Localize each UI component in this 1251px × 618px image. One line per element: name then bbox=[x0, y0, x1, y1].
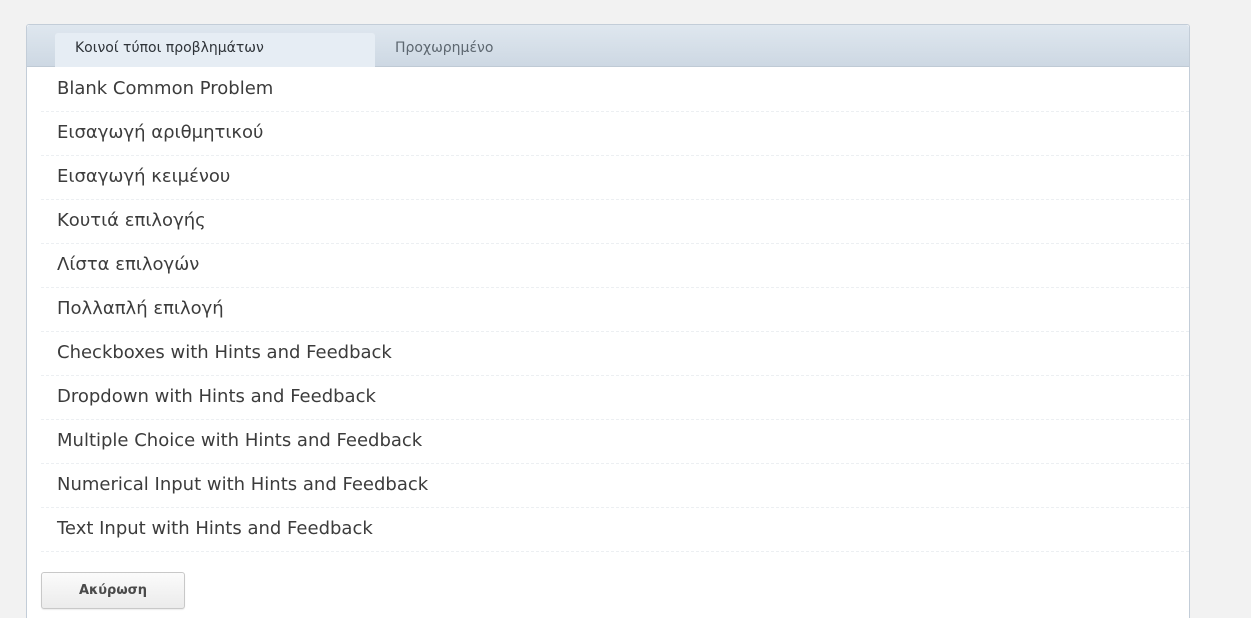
problem-type-menu: Κοινοί τύποι προβλημάτων Προχωρημένο Bla… bbox=[26, 24, 1190, 618]
list-item-text-input[interactable]: Εισαγωγή κειμένου bbox=[41, 156, 1189, 200]
tab-common-problem-types[interactable]: Κοινοί τύποι προβλημάτων bbox=[55, 33, 375, 67]
list-item-multiple-choice-hints-feedback[interactable]: Multiple Choice with Hints and Feedback bbox=[41, 420, 1189, 464]
list-item-blank-common-problem[interactable]: Blank Common Problem bbox=[41, 68, 1189, 112]
cancel-button[interactable]: Ακύρωση bbox=[41, 572, 185, 609]
list-item-checkboxes[interactable]: Κουτιά επιλογής bbox=[41, 200, 1189, 244]
list-item-dropdown-hints-feedback[interactable]: Dropdown with Hints and Feedback bbox=[41, 376, 1189, 420]
list-item-numerical-input-hints-feedback[interactable]: Numerical Input with Hints and Feedback bbox=[41, 464, 1189, 508]
tab-bar: Κοινοί τύποι προβλημάτων Προχωρημένο bbox=[27, 25, 1189, 67]
tab-advanced[interactable]: Προχωρημένο bbox=[375, 33, 527, 67]
list-item-numerical-input[interactable]: Εισαγωγή αριθμητικού bbox=[41, 112, 1189, 156]
problem-type-list: Blank Common Problem Εισαγωγή αριθμητικο… bbox=[41, 68, 1189, 552]
list-item-text-input-hints-feedback[interactable]: Text Input with Hints and Feedback bbox=[41, 508, 1189, 552]
page-background: Κοινοί τύποι προβλημάτων Προχωρημένο Bla… bbox=[0, 0, 1251, 618]
list-item-multiple-choice[interactable]: Πολλαπλή επιλογή bbox=[41, 288, 1189, 332]
list-item-checkboxes-hints-feedback[interactable]: Checkboxes with Hints and Feedback bbox=[41, 332, 1189, 376]
list-item-dropdown[interactable]: Λίστα επιλογών bbox=[41, 244, 1189, 288]
